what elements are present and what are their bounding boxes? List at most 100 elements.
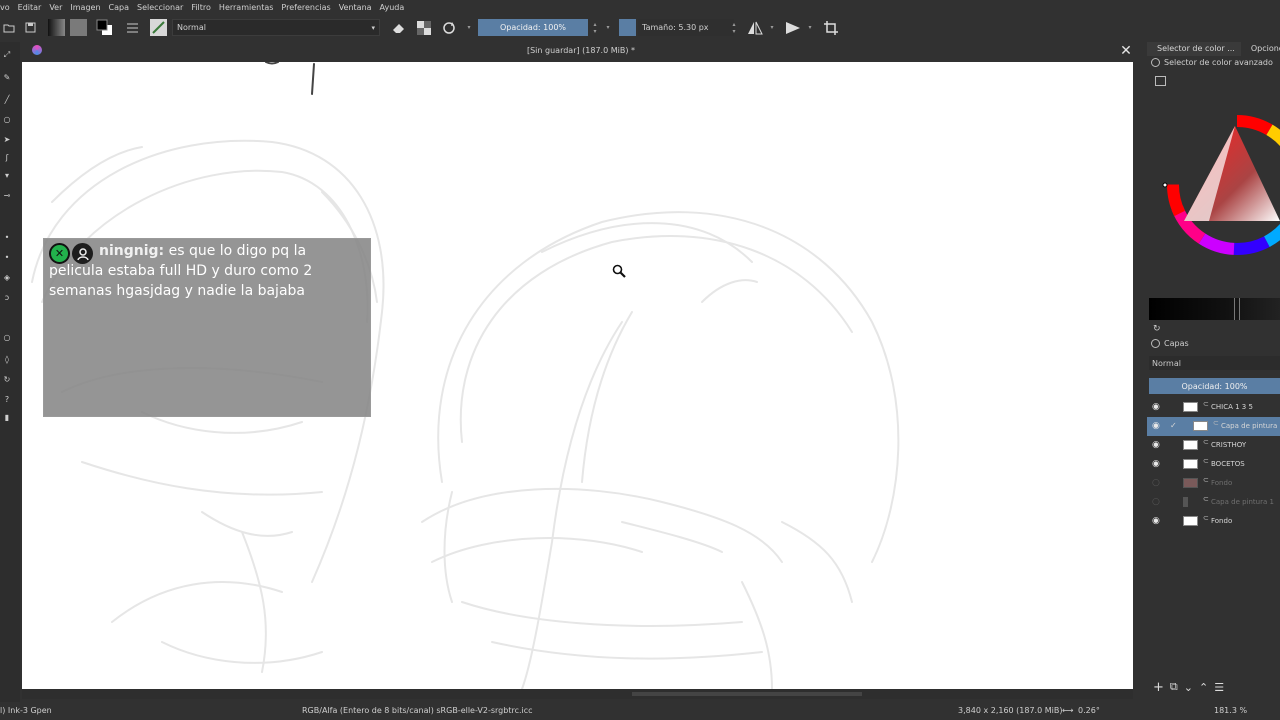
gradient-swatch-icon[interactable] [48,19,65,36]
docker-float-icon[interactable] [1151,58,1160,67]
layer-row[interactable]: ◉ ⊂ CHICA 1 3 5 [1147,398,1280,417]
layers-toolbar: + ⧉ ⌄ ⌃ ☰ [1147,676,1280,698]
opacity-spinner[interactable]: ▴ ▾ [591,20,599,35]
brush-preset-thumbnail-icon[interactable] [150,19,167,36]
hidden-eye-icon[interactable]: ○ [1152,478,1160,488]
mirror-horizontal-icon[interactable] [746,19,763,36]
layer-row[interactable]: ○ ⊂ Fondo [1147,474,1280,493]
rotate-tool-icon[interactable]: ↻ [2,374,12,384]
chevron-down-icon[interactable]: ▾ [806,20,814,35]
checkmark-icon[interactable]: ✓ [1170,421,1177,430]
measure-tool-icon[interactable]: • [2,252,12,262]
transform-tool-icon[interactable]: ⤢ [2,50,12,60]
layer-blend-mode-select[interactable]: Normal [1149,356,1280,370]
color-wheel[interactable] [1149,97,1280,272]
menu-select[interactable]: Seleccionar [133,3,187,12]
path-tool-icon[interactable]: ➤ [2,134,12,144]
foreground-background-color-icon[interactable] [96,19,113,36]
paint-layer-icon: ⊂ [1203,476,1209,484]
close-icon[interactable]: ✕ [1118,43,1134,59]
pattern-swatch-icon[interactable] [70,19,87,36]
layer-row[interactable]: ◉ ⊂ BOCETOS [1147,455,1280,474]
menu-settings[interactable]: Preferencias [277,3,334,12]
toolbox: ⤢ ✎ ╱ ○ ➤ ʃ ▾ ⊸ • • ◈ ↄ ○ ◊ ↻ ? ▮ [0,42,20,702]
status-color-space: RGB/Alfa (Entero de 8 bits/canal) sRGB-e… [302,706,533,715]
reload-preset-icon[interactable] [440,19,457,36]
menu-file[interactable]: vo [0,3,14,12]
assistant-tool-icon[interactable]: • [2,232,12,242]
paint-layer-icon: ⊂ [1203,514,1209,522]
xbox-badge-icon: ✕ [49,243,70,264]
lasso-tool-icon[interactable]: ↄ [2,292,12,302]
tab-color-selector[interactable]: Selector de color ... [1147,42,1241,56]
menu-window[interactable]: Ventana [335,3,376,12]
eraser-icon[interactable] [389,19,406,36]
color-history-strip[interactable] [1149,298,1280,320]
status-rotation: 0.26° [1078,706,1100,715]
layer-thumbnail [1193,421,1208,431]
chevron-down-icon[interactable]: ▾ [465,20,473,35]
line-tool-icon[interactable]: ╱ [2,94,12,104]
menu-view[interactable]: Ver [45,3,66,12]
help-tool-icon[interactable]: ? [2,394,12,404]
add-layer-icon[interactable]: + [1153,680,1164,695]
rotation-icon[interactable]: ⟷ [1062,706,1073,715]
chevron-down-icon[interactable]: ▾ [604,20,612,35]
layer-name: Capa de pintura 1 [1211,498,1274,506]
vertical-scrollbar[interactable] [1133,62,1145,689]
trash-tool-icon[interactable]: ▮ [2,412,12,422]
scrollbar-thumb[interactable] [632,692,862,696]
horizontal-scrollbar[interactable] [22,689,1133,699]
tab-options[interactable]: Opciones [1241,42,1280,56]
zoom-tool-icon[interactable]: ○ [2,332,12,342]
move-down-icon[interactable]: ⌄ [1184,681,1193,694]
menu-tools[interactable]: Herramientas [215,3,278,12]
layer-thumbnail [1183,497,1188,507]
menu-image[interactable]: Imagen [66,3,104,12]
size-swatch [619,19,636,36]
menu-layer[interactable]: Capa [105,3,133,12]
preserve-alpha-icon[interactable] [415,19,432,36]
crop-icon[interactable] [822,19,839,36]
brush-presets-icon[interactable] [124,19,141,36]
refresh-icon[interactable]: ↻ [1153,324,1161,334]
size-spinner[interactable]: ▴ ▾ [730,20,738,35]
eye-icon[interactable]: ◉ [1152,402,1160,412]
eye-icon[interactable]: ◉ [1152,516,1160,526]
menu-edit[interactable]: Editar [14,3,46,12]
group-layer-icon: ⊂ [1203,457,1209,465]
opacity-slider[interactable]: Opacidad: 100% [478,19,588,36]
calligraphy-tool-icon[interactable]: ʃ [2,152,12,162]
menu-filter[interactable]: Filtro [187,3,215,12]
picker-tool-icon[interactable]: ⊸ [2,190,12,200]
layer-opacity-slider[interactable]: Opacidad: 100% [1149,378,1280,394]
eye-icon[interactable]: ◉ [1152,421,1160,431]
krita-window: vo Editar Ver Imagen Capa Seleccionar Fi… [0,0,1280,720]
eye-icon[interactable]: ◉ [1152,459,1160,469]
layer-name: CRISTHOY [1211,441,1247,449]
select-tool-icon[interactable]: ◈ [2,272,12,282]
hidden-eye-icon[interactable]: ○ [1152,497,1160,507]
fill-tool-icon[interactable]: ▾ [2,170,12,180]
docker-float-icon[interactable] [1151,339,1160,348]
save-icon[interactable] [22,19,39,36]
ellipse-tool-icon[interactable]: ○ [2,114,12,124]
chevron-down-icon[interactable]: ▾ [768,20,776,35]
layer-row-selected[interactable]: ◉ ✓ ⊂ Capa de pintura [1147,417,1280,436]
layer-menu-icon[interactable]: ☰ [1214,681,1224,694]
eye-icon[interactable]: ◉ [1152,440,1160,450]
open-file-icon[interactable] [0,19,17,36]
color-settings-icon[interactable] [1155,76,1166,86]
mirror-vertical-icon[interactable] [784,19,801,36]
duplicate-layer-icon[interactable]: ⧉ [1170,680,1178,694]
brush-size-slider[interactable]: Tamaño: 5.30 px [638,19,734,36]
brush-tool-icon[interactable]: ✎ [2,72,12,82]
pan-tool-icon[interactable]: ◊ [2,354,12,364]
layer-row[interactable]: ◉ ⊂ Fondo [1147,512,1280,531]
layer-row[interactable]: ◉ ⊂ CRISTHOY [1147,436,1280,455]
layer-row[interactable]: ○ ⊂ Capa de pintura 1 [1147,493,1280,512]
blend-mode-select[interactable]: Normal ▾ [172,19,380,36]
strip-marker [1234,298,1240,320]
menu-help[interactable]: Ayuda [376,3,409,12]
move-up-icon[interactable]: ⌃ [1199,681,1208,694]
